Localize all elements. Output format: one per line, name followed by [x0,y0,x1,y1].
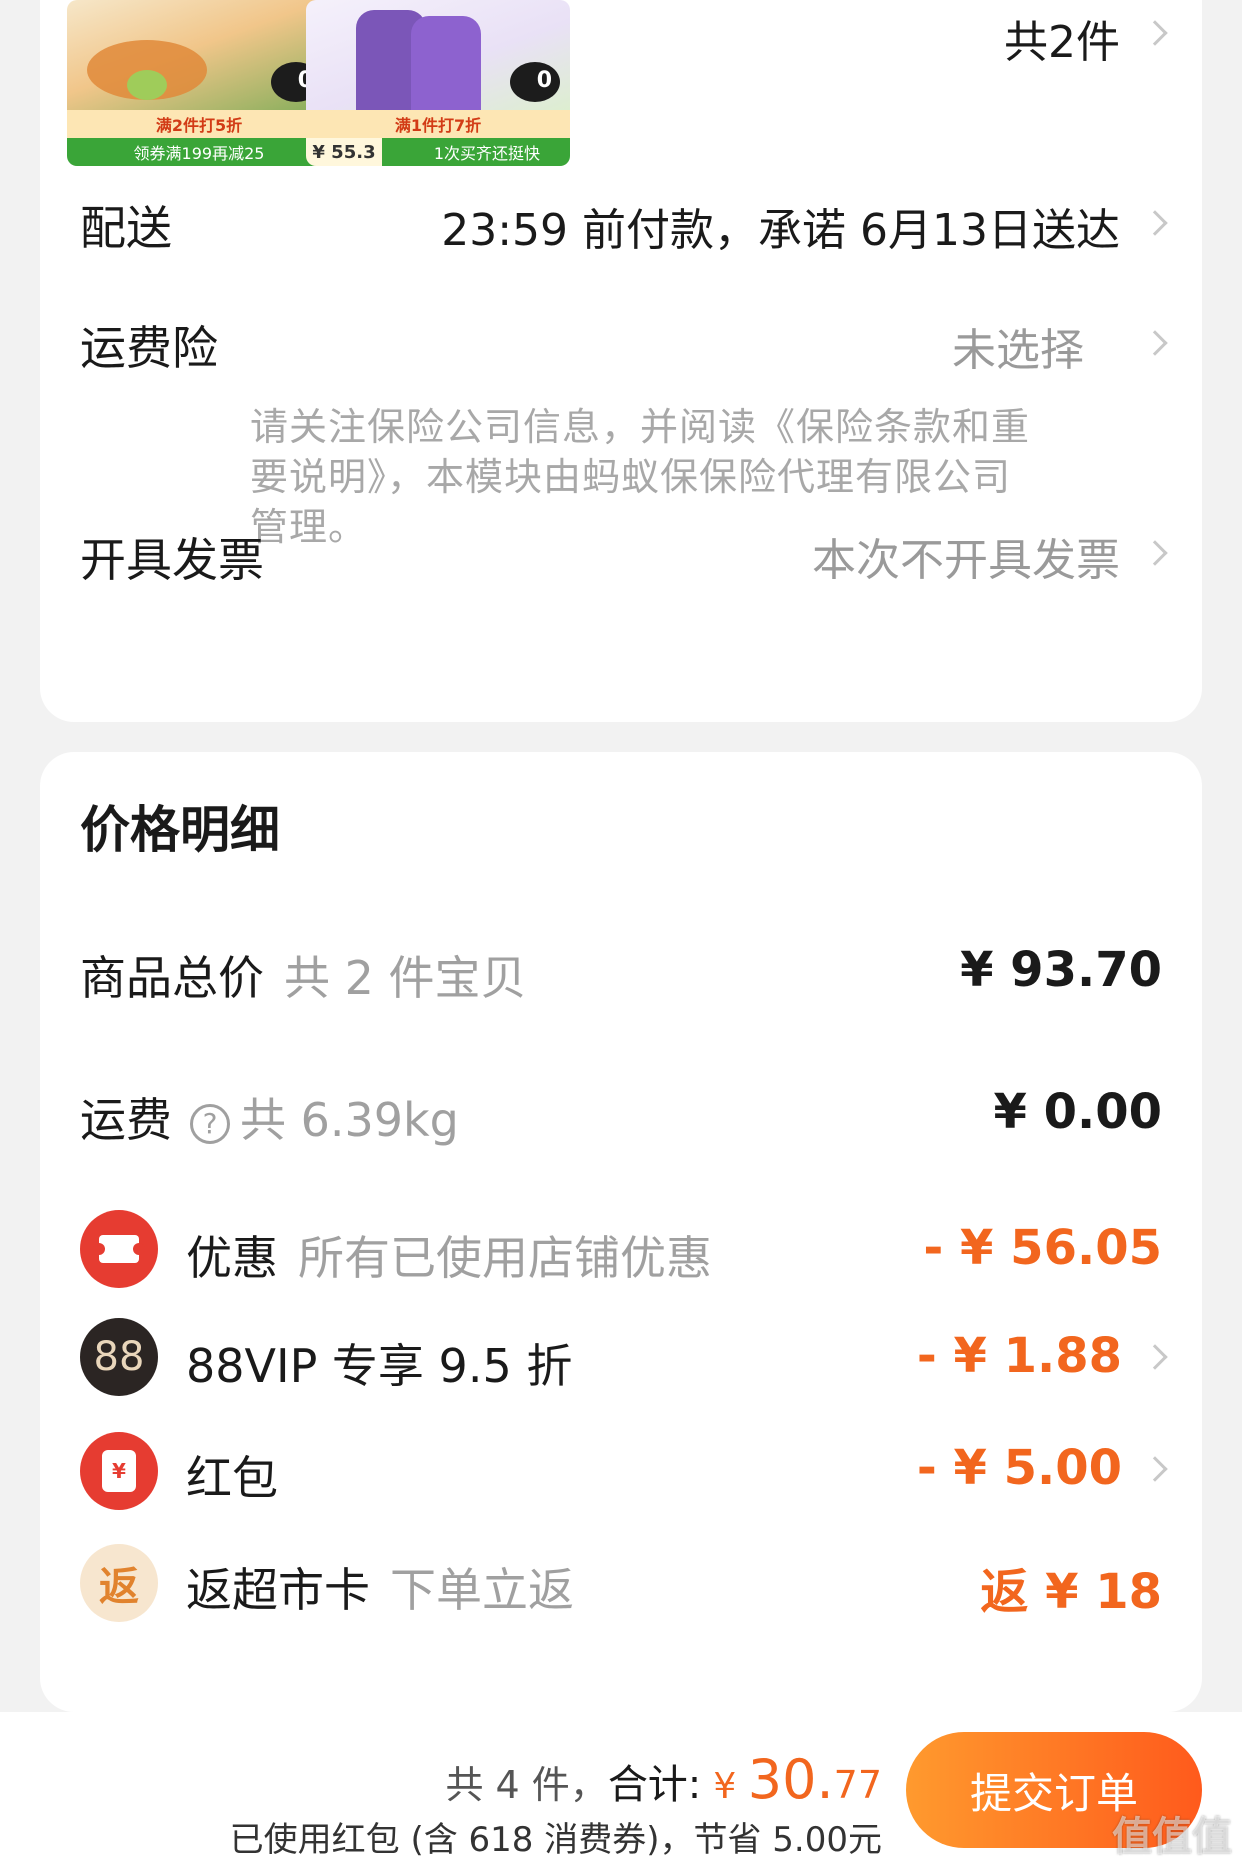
total-decimal: 77 [833,1763,882,1807]
chevron-right-icon[interactable] [1142,1456,1168,1482]
checkout-bar: 共 4 件，合计: ¥ 30.77 已使用红包 (含 618 消费券)，节省 5… [0,1712,1242,1874]
supermarket-card-label: 返超市卡 [186,1563,370,1617]
product-promo-label: 满2件打5折 [67,110,331,138]
shipping-weight: 共 6.39kg [240,1093,459,1147]
chevron-right-icon[interactable] [1142,20,1168,46]
shipping-insurance-value[interactable]: 未选择 [952,314,1084,378]
product-thumbnail[interactable]: 满2件打5折 领券满199再减25 [67,0,331,166]
envelope-shape: ¥ [102,1450,136,1492]
shipping-label: 运费 [80,1093,172,1147]
ticket-shape [93,1235,145,1263]
order-info-card: 满2件打5折 领券满199再减25 满1件打7折 1次买齐还挺快 ¥ 55.3 … [40,0,1202,722]
tmall-cat-icon [510,62,560,102]
delivery-label: 配送 [80,201,172,255]
vip-discount-value[interactable]: - ¥ 1.88 [917,1328,1122,1384]
product-coupon-strip: 领券满199再减25 [67,138,331,166]
red-packet-label: 红包 [186,1451,278,1505]
help-icon[interactable]: ? [190,1103,230,1144]
goods-total-value: ¥ 93.70 [960,942,1162,998]
vip-88-icon: 88 [80,1318,158,1396]
discount-label: 优惠 [186,1231,278,1285]
supermarket-card-value: 返 ¥ 18 [980,1564,1162,1620]
product-thumbnail[interactable]: 满1件打7折 1次买齐还挺快 ¥ 55.3 [306,0,570,166]
supermarket-card-sub: 下单立返 [390,1563,574,1617]
goods-total-row: 商品总价共 2 件宝贝 [80,942,527,1008]
goods-total-sub: 共 2 件宝贝 [284,951,527,1005]
currency-symbol: ¥ [713,1766,748,1807]
watermark-url: zhizhizhi.com [1106,1852,1228,1873]
shipping-value: ¥ 0.00 [993,1084,1162,1140]
price-detail-title: 价格明细 [80,801,280,859]
item-count-link[interactable]: 共2件 [1004,6,1120,70]
delivery-value[interactable]: 23:59 前付款，承诺 6月13日送达 [441,194,1120,258]
price-detail-card: 价格明细 商品总价共 2 件宝贝 ¥ 93.70 运费? 共 6.39kg ¥ 0… [40,752,1202,1712]
product-promo-label: 满1件打7折 [306,110,570,138]
discount-row: 优惠 所有已使用店铺优惠 [186,1222,712,1288]
detergent-bottle-graphic [411,16,481,120]
coupon-icon [80,1210,158,1288]
shipping-row: 运费? 共 6.39kg [80,1084,459,1150]
supermarket-card-icon: 返 [80,1544,158,1622]
product-price-tag: ¥ 55.3 [306,138,382,166]
discount-sub: 所有已使用店铺优惠 [298,1231,712,1285]
invoice-label: 开具发票 [80,533,264,587]
red-packet-icon: ¥ [80,1432,158,1510]
discount-value: - ¥ 56.05 [923,1220,1162,1276]
shipping-insurance-label: 运费险 [80,321,218,375]
chevron-right-icon[interactable] [1142,330,1168,356]
chevron-right-icon[interactable] [1142,540,1168,566]
goods-total-label: 商品总价 [80,951,264,1005]
invoice-value[interactable]: 本次不开具发票 [812,524,1120,588]
total-label: 合计: [607,1762,702,1808]
total-integer: 30. [747,1748,834,1811]
order-total: 共 4 件，合计: ¥ 30.77 [445,1748,882,1811]
supermarket-card-row: 返超市卡 下单立返 [186,1554,574,1620]
pea-graphic [127,70,167,100]
red-packet-value[interactable]: - ¥ 5.00 [917,1440,1122,1496]
chevron-right-icon[interactable] [1142,210,1168,236]
savings-note: 已使用红包 (含 618 消费券)，节省 5.00元 [229,1820,882,1860]
vip-label: 88VIP 专享 9.5 折 [186,1339,573,1393]
item-count: 共 4 件， [445,1763,608,1807]
chevron-right-icon[interactable] [1142,1344,1168,1370]
